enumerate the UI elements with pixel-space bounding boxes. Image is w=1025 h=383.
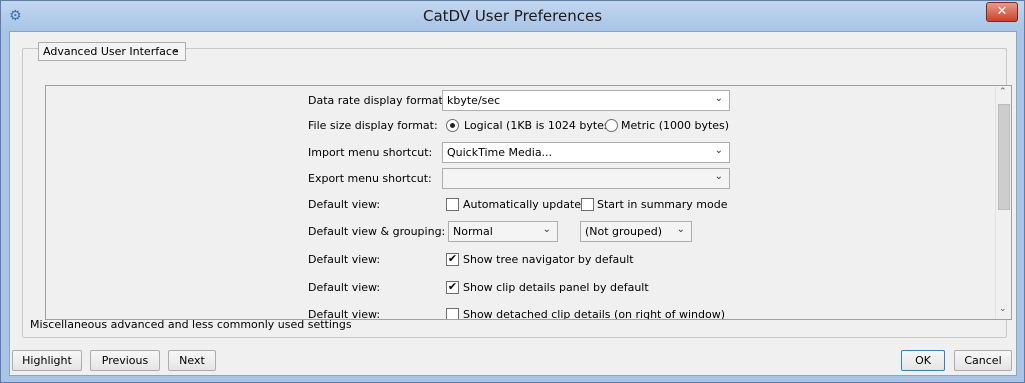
chevron-down-icon: ⌄: [542, 224, 551, 235]
scroll-up-icon[interactable]: ⌃: [999, 87, 1007, 97]
settings-group: Data rate display format: kbyte/sec ⌄ Fi…: [22, 48, 1012, 338]
detached-details-checkbox[interactable]: [446, 308, 459, 319]
category-dropdown[interactable]: Advanced User Interface ⌄: [38, 42, 186, 61]
data-rate-row: Data rate display format: kbyte/sec ⌄: [46, 90, 986, 112]
import-shortcut-label: Import menu shortcut:: [308, 146, 433, 159]
tree-navigator-label[interactable]: Show tree navigator by default: [463, 253, 634, 266]
next-button[interactable]: Next: [168, 350, 216, 371]
chevron-down-icon: ⌄: [171, 44, 180, 55]
detached-details-label[interactable]: Show detached clip details (on right of …: [463, 308, 725, 319]
clip-details-label[interactable]: Show clip details panel by default: [463, 281, 649, 294]
logical-radio-label[interactable]: Logical (1KB is 1024 bytes): [464, 119, 614, 132]
scrollbar-thumb[interactable]: [998, 104, 1010, 210]
default-view-label: Default view:: [308, 253, 381, 266]
window-title: CatDV User Preferences: [422, 7, 603, 25]
import-shortcut-select[interactable]: QuickTime Media... ⌄: [442, 142, 730, 163]
default-view-row-3: Default view: ✔ Show clip details panel …: [46, 277, 986, 299]
category-value: Advanced User Interface: [43, 45, 179, 58]
import-shortcut-row: Import menu shortcut: QuickTime Media...…: [46, 142, 986, 164]
ok-button[interactable]: OK: [901, 350, 945, 371]
default-view-row-2: Default view: ✔ Show tree navigator by d…: [46, 249, 986, 271]
export-shortcut-label: Export menu shortcut:: [308, 172, 432, 185]
view-value: Normal: [453, 225, 493, 238]
default-view-row-1: Default view: Automatically update Start…: [46, 194, 986, 216]
view-grouping-row: Default view & grouping: Normal ⌄ (Not g…: [46, 221, 986, 243]
metric-radio[interactable]: [605, 119, 618, 132]
export-shortcut-select[interactable]: ⌄: [442, 168, 730, 189]
view-select[interactable]: Normal ⌄: [448, 221, 558, 242]
previous-button[interactable]: Previous: [90, 350, 160, 371]
highlight-button[interactable]: Highlight: [12, 350, 82, 371]
chevron-down-icon: ⌄: [714, 145, 723, 156]
chevron-down-icon: ⌄: [714, 171, 723, 182]
summary-mode-label[interactable]: Start in summary mode: [597, 198, 728, 211]
preferences-window: ⚙ CatDV User Preferences ✕ Data rate dis…: [0, 0, 1025, 383]
file-size-label: File size display format:: [308, 119, 438, 132]
title-bar[interactable]: ⚙ CatDV User Preferences ✕: [1, 1, 1024, 31]
chevron-down-icon: ⌄: [676, 224, 685, 235]
import-shortcut-value: QuickTime Media...: [447, 146, 553, 159]
auto-update-checkbox[interactable]: [446, 198, 459, 211]
data-rate-label: Data rate display format:: [308, 94, 447, 107]
metric-radio-label[interactable]: Metric (1000 bytes): [621, 119, 729, 132]
summary-mode-checkbox[interactable]: [581, 198, 594, 211]
auto-update-label[interactable]: Automatically update: [463, 198, 581, 211]
tree-navigator-checkbox[interactable]: ✔: [446, 253, 459, 266]
clip-details-checkbox[interactable]: ✔: [446, 281, 459, 294]
close-icon[interactable]: ✕: [986, 2, 1018, 22]
grouping-select[interactable]: (Not grouped) ⌄: [580, 221, 692, 242]
grouping-value: (Not grouped): [585, 225, 663, 238]
chevron-down-icon: ⌄: [714, 93, 723, 104]
settings-scroll-area: Data rate display format: kbyte/sec ⌄ Fi…: [45, 85, 1012, 320]
logical-radio[interactable]: [446, 119, 459, 132]
export-shortcut-row: Export menu shortcut: ⌄: [46, 168, 986, 190]
default-view-label: Default view:: [308, 281, 381, 294]
file-size-row: File size display format: Logical (1KB i…: [46, 115, 986, 137]
data-rate-select[interactable]: kbyte/sec ⌄: [442, 90, 730, 111]
data-rate-value: kbyte/sec: [447, 94, 501, 107]
view-grouping-label: Default view & grouping:: [308, 225, 446, 238]
default-view-label: Default view:: [308, 198, 381, 211]
scroll-down-icon[interactable]: ⌄: [999, 304, 1007, 314]
vertical-scrollbar[interactable]: ⌃ ⌄: [995, 86, 1011, 319]
preferences-panel: Data rate display format: kbyte/sec ⌄ Fi…: [9, 31, 1017, 376]
category-description: Miscellaneous advanced and less commonly…: [30, 318, 352, 331]
cancel-button[interactable]: Cancel: [954, 350, 1012, 371]
